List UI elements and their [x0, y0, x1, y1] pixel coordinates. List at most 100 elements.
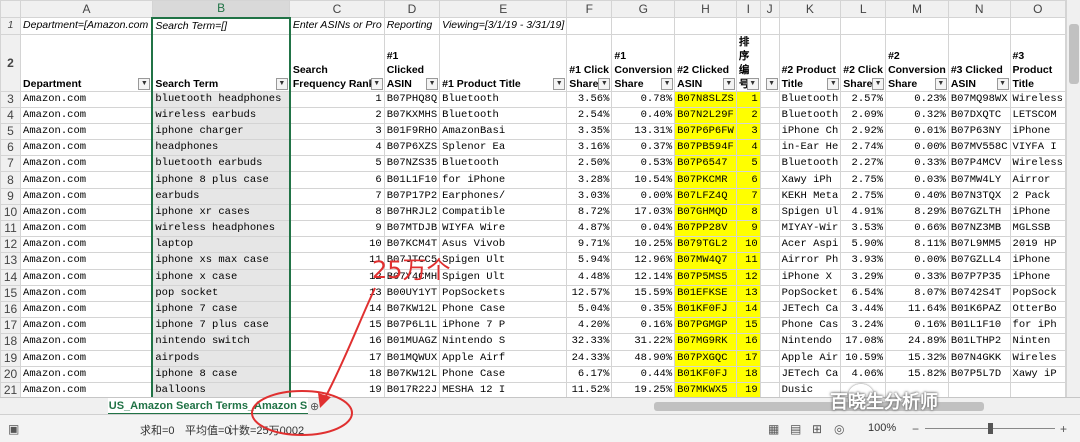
cell-h[interactable]: B01EFKSE [674, 284, 737, 302]
zoom-slider-knob[interactable] [988, 423, 993, 434]
cell-l[interactable]: 6.54% [840, 284, 887, 302]
cell-f[interactable]: 5.04% [566, 300, 613, 319]
cell-l[interactable]: 2.75% [840, 171, 887, 189]
cell-m[interactable]: 0.00% [885, 139, 949, 157]
header-cell-a[interactable]: Department ▼ [20, 33, 153, 92]
cell-b[interactable]: laptop [151, 236, 291, 254]
row-header[interactable]: 17 [0, 317, 22, 335]
cell-j[interactable] [759, 317, 780, 335]
cell-g[interactable]: 48.90% [611, 349, 676, 367]
cell-a[interactable]: Amazon.com [20, 122, 153, 141]
filter-dropdown-icon[interactable]: ▼ [934, 77, 947, 90]
cell-l[interactable]: 2.74% [840, 139, 887, 157]
cell-o[interactable]: Ninten [1009, 333, 1066, 351]
cell-c[interactable]: 17 [289, 349, 385, 367]
cell-d[interactable]: B01F9RHO [383, 122, 441, 141]
cell-i[interactable]: 13 [735, 284, 761, 302]
cell-j[interactable] [759, 349, 780, 367]
header-cell-j[interactable]: ▼ [759, 33, 780, 92]
cell-d[interactable]: B01L1F10 [383, 171, 441, 189]
cell-d[interactable]: B07KW12L [383, 300, 441, 319]
cell-i[interactable]: 14 [735, 300, 761, 319]
cell-l[interactable]: 4.91% [840, 203, 887, 222]
cell-b[interactable]: iphone xs max case [151, 252, 291, 270]
cell-j[interactable] [759, 284, 780, 302]
cell-l[interactable]: 3.24% [840, 317, 887, 335]
cell-e[interactable]: iPhone 7 P [439, 317, 568, 335]
filter-dropdown-icon[interactable]: ▼ [553, 77, 566, 90]
row-header[interactable]: 15 [0, 284, 22, 302]
cell-k[interactable]: iPhone Ch [778, 122, 842, 141]
cell-g[interactable]: 0.53% [611, 155, 676, 173]
cell-d[interactable]: B017R22J [383, 381, 441, 397]
cell-i[interactable]: 11 [735, 252, 761, 270]
cell-o[interactable]: 2 Pack [1009, 187, 1066, 205]
column-header-m[interactable]: M [885, 0, 949, 18]
row-header[interactable]: 19 [0, 349, 22, 367]
cell-o[interactable]: Xawy iP [1009, 365, 1066, 383]
column-header-a[interactable]: A [20, 0, 153, 18]
cell-g[interactable]: 0.40% [611, 106, 676, 124]
row-header[interactable]: 1 [0, 17, 22, 35]
cell-f[interactable]: 3.03% [566, 187, 613, 205]
cell-k[interactable]: JETech Ca [778, 365, 842, 383]
cell-l[interactable]: 5.90% [840, 236, 887, 254]
cell-o[interactable]: iPhone [1009, 252, 1066, 270]
vertical-scroll-thumb[interactable] [1069, 24, 1079, 84]
cell-g[interactable]: 17.03% [611, 203, 676, 222]
header-cell-g[interactable]: #1 Conversion Share ▼ [611, 33, 676, 92]
cell-h[interactable]: B07P6P6FW [674, 122, 737, 141]
cell-c[interactable]: 15 [289, 317, 385, 335]
cell-d[interactable]: B07MTDJB [383, 219, 441, 238]
cell-c[interactable]: 8 [289, 203, 385, 222]
cell-e[interactable]: Apple Airf [439, 349, 568, 367]
cell-a[interactable]: Amazon.com [20, 106, 153, 124]
cell-n[interactable]: B0742S4T [947, 284, 1011, 302]
cell-f[interactable]: 3.56% [566, 90, 613, 108]
cell-e[interactable]: Bluetooth [439, 155, 568, 173]
header-cell-m[interactable]: #2 Conversion Share ▼ [885, 33, 949, 92]
cell-l[interactable]: 2.09% [840, 106, 887, 124]
header-cell-f[interactable]: #1 Click Share ▼ [566, 33, 613, 92]
filter-dropdown-icon[interactable]: ▼ [827, 77, 840, 90]
column-header-n[interactable]: N [947, 0, 1011, 18]
cell-k[interactable]: MIYAY-Wir [778, 219, 842, 238]
cell-g[interactable]: 0.37% [611, 139, 676, 157]
normal-view-icon[interactable]: ▦ [768, 422, 779, 436]
cell-n[interactable]: B07N4GKK [947, 349, 1011, 367]
row-header[interactable]: 4 [0, 106, 22, 124]
cell-f[interactable]: 3.35% [566, 122, 613, 141]
cell-o[interactable]: iPhone [1009, 122, 1066, 141]
cell-o[interactable]: VIYFA I [1009, 139, 1066, 157]
cell-h[interactable]: B01KF0FJ [674, 365, 737, 383]
select-all-corner[interactable] [0, 0, 22, 18]
cell-e[interactable]: PopSockets [439, 284, 568, 302]
cell-l[interactable]: 2.27% [840, 155, 887, 173]
cell-n[interactable]: B01LTHP2 [947, 333, 1011, 351]
cell-m1[interactable] [885, 17, 949, 35]
cell-h[interactable]: B07PGMGP [674, 317, 737, 335]
cell-b[interactable]: iphone 8 case [151, 365, 291, 383]
cell-e[interactable]: Phone Case [439, 300, 568, 319]
cell-k[interactable]: Nintendo [778, 333, 842, 351]
cell-f[interactable]: 24.33% [566, 349, 613, 367]
cell-a[interactable]: Amazon.com [20, 171, 153, 189]
cell-f[interactable]: 2.54% [566, 106, 613, 124]
cell-n1[interactable] [947, 17, 1011, 35]
cell-j[interactable] [759, 106, 780, 124]
cell-a[interactable]: Amazon.com [20, 252, 153, 270]
filter-dropdown-icon[interactable]: ▼ [370, 77, 383, 90]
cell-h[interactable]: B07PXGQC [674, 349, 737, 367]
cell-n[interactable]: B07MQ98WX [947, 90, 1011, 108]
cell-o[interactable]: Wireless [1009, 155, 1066, 173]
cell-a[interactable]: Amazon.com [20, 333, 153, 351]
cell-m[interactable]: 8.11% [885, 236, 949, 254]
cell-n[interactable]: B07P5L7D [947, 365, 1011, 383]
cell-e[interactable]: Compatible [439, 203, 568, 222]
cell-k[interactable]: Bluetooth [778, 106, 842, 124]
cell-m[interactable]: 0.33% [885, 155, 949, 173]
column-header-l[interactable]: L [840, 0, 887, 18]
cell-o[interactable]: MGLSSB [1009, 219, 1066, 238]
cell-c1[interactable]: Enter ASINs or Pro [289, 17, 385, 35]
cell-d[interactable]: B07KXMHS [383, 106, 441, 124]
